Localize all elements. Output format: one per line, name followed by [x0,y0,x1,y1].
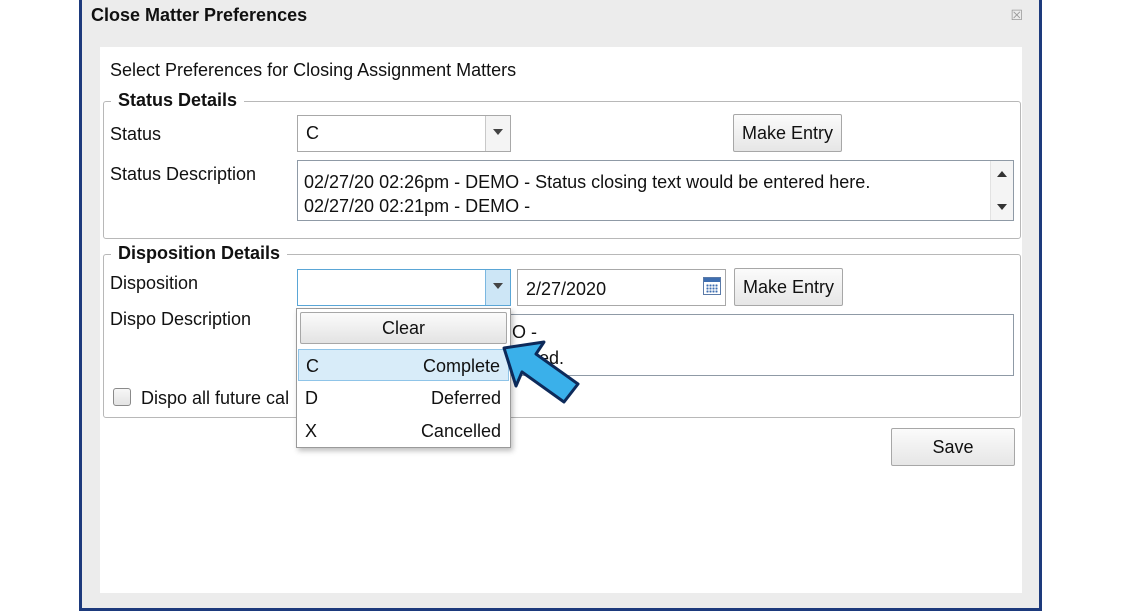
dropdown-clear-button[interactable]: Clear [300,312,507,344]
disposition-combobox[interactable] [297,269,511,306]
status-description-line: 02/27/20 02:21pm - DEMO - [304,196,531,216]
dispo-description-label: Dispo Description [110,309,252,329]
chevron-down-icon[interactable] [485,116,510,151]
title-bar: Close Matter Preferences ☒ [82,0,1039,32]
option-code: C [306,356,319,376]
disposition-details-legend: Disposition Details [111,243,288,264]
window-title: Close Matter Preferences [91,5,308,25]
calendar-icon[interactable] [703,277,721,295]
arrow-pointer-icon [502,340,580,404]
disposition-dropdown-list: Clear C Complete D Deferred X Cancelled [296,308,511,448]
status-description-line: 02/27/20 02:26pm - DEMO - Status closing… [304,172,871,192]
option-name: Deferred [430,388,501,408]
disposition-date-picker[interactable]: 2/27/2020 [517,269,726,306]
dropdown-option-complete[interactable]: C Complete [298,349,509,381]
close-matter-preferences-window: Close Matter Preferences ☒ Select Prefer… [79,0,1042,611]
save-button[interactable]: Save [891,428,1015,466]
status-description-textarea[interactable]: 02/27/20 02:26pm - DEMO - Status closing… [297,160,1014,221]
option-name: Cancelled [420,421,501,441]
disposition-date-value: 2/27/2020 [526,279,607,299]
status-description-label: Status Description [110,164,257,184]
chevron-down-icon[interactable] [485,270,510,305]
dispo-future-checkbox[interactable] [113,388,131,406]
status-description-scrollbar[interactable] [990,161,1013,220]
disposition-make-entry-button[interactable]: Make Entry [734,268,843,306]
status-combobox[interactable]: C [297,115,511,152]
close-icon[interactable]: ☒ [1010,7,1023,24]
option-code: D [305,388,318,408]
status-make-entry-button[interactable]: Make Entry [733,114,842,152]
dispo-future-checkbox-label: Dispo all future cal [141,388,290,408]
status-value: C [306,123,319,143]
disposition-label: Disposition [110,273,199,293]
status-details-legend: Status Details [111,90,245,111]
dropdown-option-deferred[interactable]: D Deferred [298,382,509,414]
dropdown-option-cancelled[interactable]: X Cancelled [298,415,509,447]
status-label: Status [110,124,162,144]
option-name: Complete [422,356,500,376]
intro-text: Select Preferences for Closing Assignmen… [110,60,517,80]
dialog-content: Select Preferences for Closing Assignmen… [100,47,1022,593]
option-code: X [305,421,318,441]
